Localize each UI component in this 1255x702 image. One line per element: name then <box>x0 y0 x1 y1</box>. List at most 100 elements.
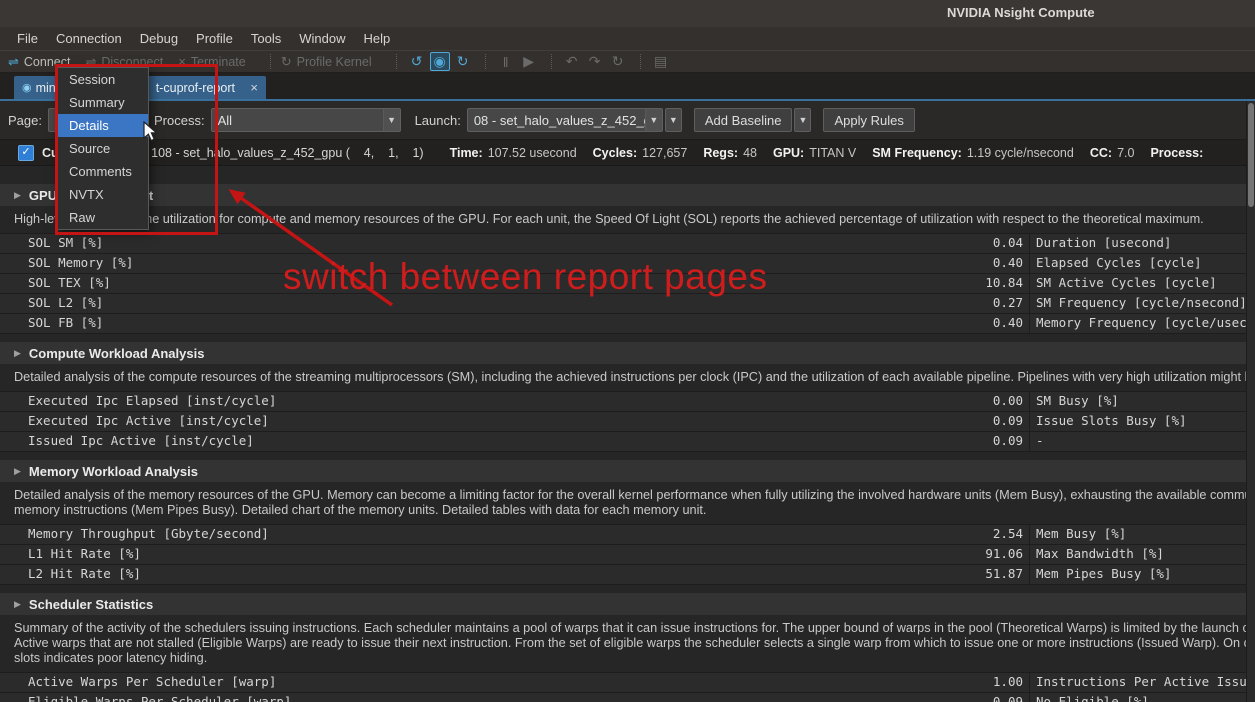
table-row[interactable]: SOL FB [%] 0.40 Memory Frequency [cycle/… <box>0 314 1246 334</box>
table-row[interactable]: SOL Memory [%] 0.40 Elapsed Cycles [cycl… <box>0 254 1246 274</box>
kernel-stat-label: GPU: <box>773 146 804 160</box>
launch-dropdown-button[interactable]: ▼ <box>665 108 682 132</box>
kernel-stat-value: TITAN V <box>809 146 856 160</box>
kernel-name: 108 - set_halo_values_z_452_gpu ( 4, 1, … <box>151 146 423 160</box>
profile-kernel-button[interactable]: ↻ Profile Kernel <box>281 55 372 69</box>
tab-close-icon[interactable]: × <box>250 80 258 95</box>
profile-interactive-icon[interactable]: ◉ <box>430 52 450 71</box>
metric-value: 91.06 <box>850 545 1023 563</box>
metric-value: 2.54 <box>850 525 1023 543</box>
process-select[interactable]: All ▼ <box>211 108 401 132</box>
metric-value: 10.84 <box>850 274 1023 292</box>
metric2-name: Max Bandwidth [%] <box>1036 545 1164 563</box>
metric-name: SOL L2 [%] <box>28 294 103 312</box>
metric-name: Eligible Warps Per Scheduler [warp] <box>28 693 291 702</box>
section-header[interactable]: ▶ Scheduler Statistics <box>0 593 1246 615</box>
toolbar-separator <box>270 54 272 69</box>
table-row[interactable]: Executed Ipc Active [inst/cycle] 0.09 Is… <box>0 412 1246 432</box>
profile-replay-icon[interactable]: ↻ <box>453 52 473 71</box>
table-row[interactable]: SOL L2 [%] 0.27 SM Frequency [cycle/nsec… <box>0 294 1246 314</box>
panel-icon[interactable]: ▤ <box>651 52 671 71</box>
page-menu-item-source[interactable]: Source <box>58 137 148 160</box>
report-file-icon: ◉ <box>22 81 32 94</box>
page-menu-item-nvtx[interactable]: NVTX <box>58 183 148 206</box>
kernel-stat: SM Frequency:1.19 cycle/nsecond <box>872 146 1074 160</box>
metric2-name: SM Frequency [cycle/nsecond] <box>1036 294 1246 312</box>
add-baseline-button[interactable]: Add Baseline <box>694 108 793 132</box>
page-menu-item-raw[interactable]: Raw <box>58 206 148 229</box>
expand-triangle-icon[interactable]: ▶ <box>14 466 21 477</box>
metric2-name: Memory Frequency [cycle/usecond] <box>1036 314 1246 332</box>
description-line: Detailed analysis of the memory resource… <box>14 488 1246 503</box>
resume-icon[interactable]: ▶ <box>519 52 539 71</box>
scrollbar-thumb[interactable] <box>1248 103 1254 207</box>
window-titlebar[interactable]: NVIDIA Nsight Compute <box>0 0 1255 27</box>
profile-auto-icon[interactable]: ↺ <box>407 52 427 71</box>
metrics-table: SOL SM [%] 0.04 Duration [usecond] SOL M… <box>0 233 1246 334</box>
table-row[interactable]: Active Warps Per Scheduler [warp] 1.00 I… <box>0 673 1246 693</box>
page-menu-item-summary[interactable]: Summary <box>58 91 148 114</box>
page-menu-item-comments[interactable]: Comments <box>58 160 148 183</box>
table-row[interactable]: L2 Hit Rate [%] 51.87 Mem Pipes Busy [%] <box>0 565 1246 585</box>
report-section: ▶ Scheduler Statistics Summary of the ac… <box>0 593 1246 702</box>
section-title: Scheduler Statistics <box>29 597 153 612</box>
section-description: Detailed analysis of the compute resourc… <box>14 370 1246 385</box>
vertical-scrollbar[interactable] <box>1246 101 1255 702</box>
tabbar: ◉ min t-cuprof-report × <box>0 73 1255 101</box>
metric-name: SOL Memory [%] <box>28 254 133 272</box>
report-section: ▶ Compute Workload Analysis Detailed ana… <box>0 342 1246 452</box>
menubar-item-help[interactable]: Help <box>355 29 400 48</box>
menubar-item-debug[interactable]: Debug <box>131 29 187 48</box>
report-area: ▶ GPU Speed Of Light High-level overview… <box>0 166 1246 702</box>
table-row[interactable]: SOL SM [%] 0.04 Duration [usecond] <box>0 234 1246 254</box>
pause-icon[interactable]: ‖ <box>496 52 516 71</box>
description-line: Active warps that are not stalled (Eligi… <box>14 636 1246 651</box>
metric-name: SOL FB [%] <box>28 314 103 332</box>
metric-value: 0.27 <box>850 294 1023 312</box>
menubar-item-connection[interactable]: Connection <box>47 29 131 48</box>
description-line: memory instructions (Mem Pipes Busy). De… <box>14 503 1246 518</box>
apply-rules-button[interactable]: Apply Rules <box>823 108 914 132</box>
chevron-down-icon: ▼ <box>645 109 662 131</box>
step-back-icon[interactable]: ↶ <box>562 52 582 71</box>
table-row[interactable]: Eligible Warps Per Scheduler [warp] 0.09… <box>0 693 1246 702</box>
table-row[interactable]: SOL TEX [%] 10.84 SM Active Cycles [cycl… <box>0 274 1246 294</box>
profile-kernel-icon: ↻ <box>281 55 292 68</box>
kernel-stat-label: CC: <box>1090 146 1112 160</box>
launch-select[interactable]: 08 - set_halo_values_z_452_gpu ▼ <box>467 108 663 132</box>
menubar-item-file[interactable]: File <box>8 29 47 48</box>
menubar-item-window[interactable]: Window <box>290 29 354 48</box>
metric-value: 0.00 <box>850 392 1023 410</box>
metric-value: 0.09 <box>850 693 1023 702</box>
expand-triangle-icon[interactable]: ▶ <box>14 190 21 201</box>
section-header[interactable]: ▶ Memory Workload Analysis <box>0 460 1246 482</box>
terminate-button[interactable]: × Terminate <box>178 55 245 69</box>
step-forward-icon[interactable]: ↷ <box>585 52 605 71</box>
metric-name: Active Warps Per Scheduler [warp] <box>28 673 276 691</box>
add-baseline-dropdown-button[interactable]: ▼ <box>794 108 811 132</box>
menubar-item-profile[interactable]: Profile <box>187 29 242 48</box>
metric2-name: Mem Busy [%] <box>1036 525 1126 543</box>
kernel-stat: Process: <box>1150 146 1208 160</box>
table-row[interactable]: Memory Throughput [Gbyte/second] 2.54 Me… <box>0 525 1246 545</box>
metric2-name: Issue Slots Busy [%] <box>1036 412 1187 430</box>
expand-triangle-icon[interactable]: ▶ <box>14 599 21 610</box>
table-row[interactable]: Executed Ipc Elapsed [inst/cycle] 0.00 S… <box>0 392 1246 412</box>
step-over-icon[interactable]: ↻ <box>608 52 628 71</box>
page-menu-item-details[interactable]: Details <box>58 114 148 137</box>
expand-triangle-icon[interactable]: ▶ <box>14 348 21 359</box>
toolbar-separator <box>485 54 487 69</box>
menubar-item-tools[interactable]: Tools <box>242 29 290 48</box>
terminate-label: Terminate <box>191 55 246 69</box>
table-row[interactable]: L1 Hit Rate [%] 91.06 Max Bandwidth [%] <box>0 545 1246 565</box>
page-menu-item-session[interactable]: Session <box>58 68 148 91</box>
kernel-stats: Time:107.52 usecondCycles:127,657Regs:48… <box>450 146 1209 160</box>
current-kernel-checkbox[interactable]: ✓ <box>18 145 34 161</box>
description-line: slots indicates poor latency hiding. <box>14 651 1246 666</box>
section-header[interactable]: ▶ GPU Speed Of Light <box>0 184 1246 206</box>
kernel-stat-label: Time: <box>450 146 483 160</box>
connect-icon: ⇌ <box>8 55 19 68</box>
table-row[interactable]: Issued Ipc Active [inst/cycle] 0.09 - <box>0 432 1246 452</box>
section-header[interactable]: ▶ Compute Workload Analysis <box>0 342 1246 364</box>
kernel-stat-value: 127,657 <box>642 146 687 160</box>
